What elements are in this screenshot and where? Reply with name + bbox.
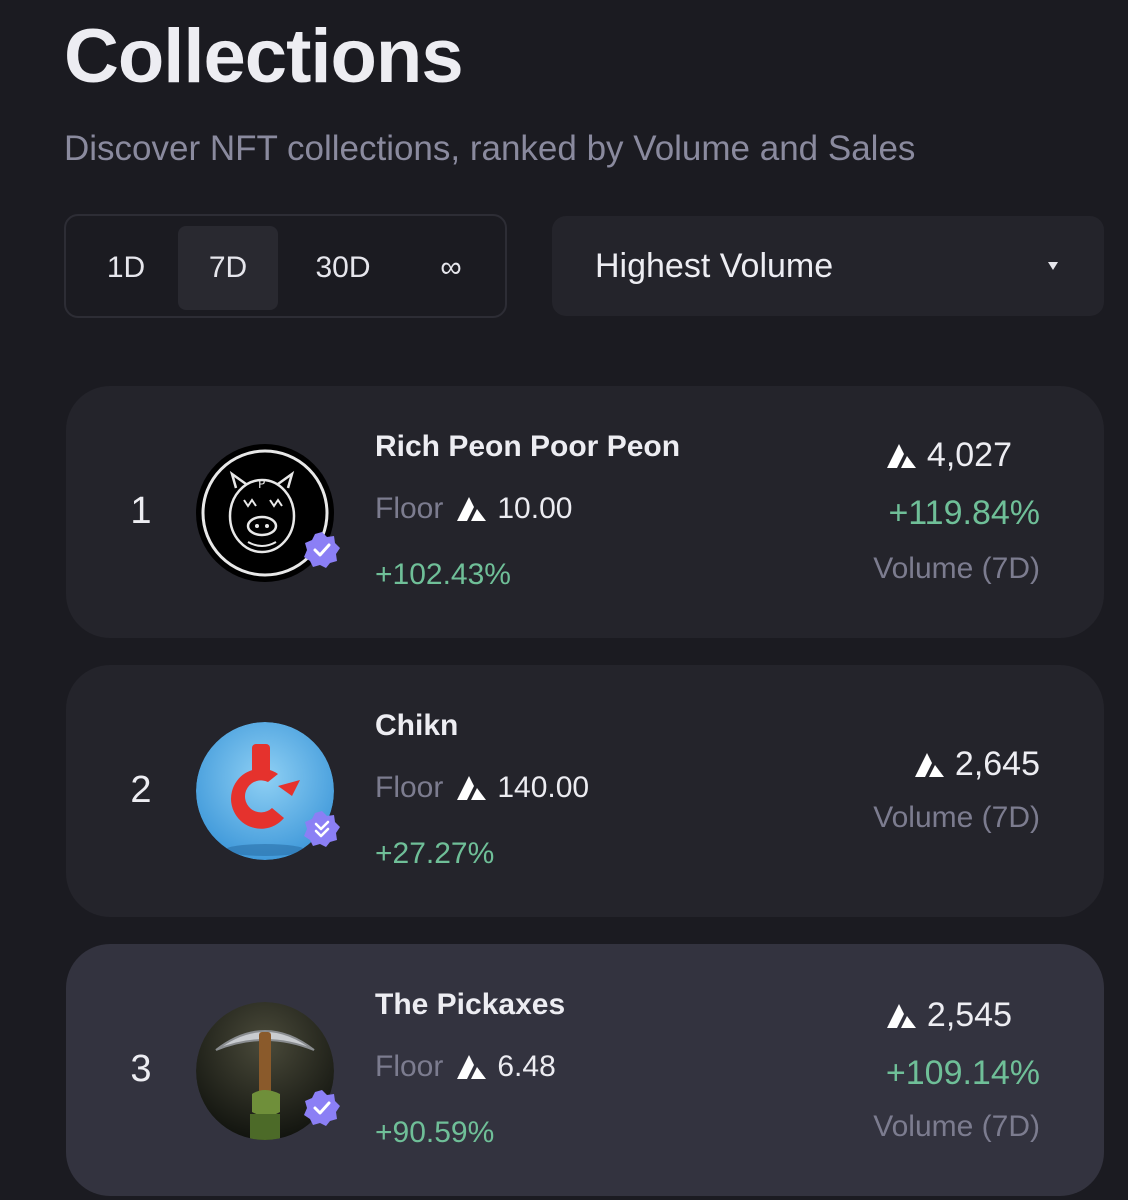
collection-name: Chikn xyxy=(375,709,459,742)
verified-badge-icon xyxy=(304,1090,340,1126)
volume-value: 4,027 xyxy=(926,436,1012,474)
volume-label: Volume (7D) xyxy=(873,552,1040,585)
collection-name: The Pickaxes xyxy=(375,988,566,1021)
page-subtitle: Discover NFT collections, ranked by Volu… xyxy=(64,129,916,168)
floor-value: 10.00 xyxy=(497,492,573,525)
range-all-button[interactable]: ∞ xyxy=(406,226,496,310)
volume-label: Volume (7D) xyxy=(873,801,1040,834)
sort-dropdown[interactable]: Highest Volume xyxy=(552,216,1104,316)
rank-number: 2 xyxy=(130,769,152,811)
floor-change: +102.43% xyxy=(375,558,511,591)
volume-change: +109.14% xyxy=(885,1054,1040,1092)
volume-row: 2,645 xyxy=(914,745,1040,784)
floor-price-row: Floor 10.00 xyxy=(375,492,572,526)
floor-change: +90.59% xyxy=(375,1116,495,1149)
verified-badge-icon xyxy=(304,811,340,847)
collection-card-2[interactable]: 2 Chikn Floor 140.00 +27.27% 2,645 Volum… xyxy=(66,665,1104,917)
volume-value: 2,545 xyxy=(926,996,1012,1034)
verified-badge-icon xyxy=(304,532,340,568)
avax-icon xyxy=(457,776,487,800)
floor-price-row: Floor 6.48 xyxy=(375,1050,556,1084)
floor-value: 6.48 xyxy=(497,1050,556,1083)
caret-down-icon xyxy=(1048,262,1058,270)
floor-change: +27.27% xyxy=(375,837,495,870)
floor-label: Floor xyxy=(375,771,444,804)
volume-value: 2,645 xyxy=(954,745,1040,783)
avax-icon xyxy=(457,497,487,521)
floor-label: Floor xyxy=(375,492,444,525)
floor-price-row: Floor 140.00 xyxy=(375,771,589,805)
floor-label: Floor xyxy=(375,1050,444,1083)
collection-card-3[interactable]: 3 The Pickaxes Floor 6.48 +90.59% 2,545 … xyxy=(66,944,1104,1196)
volume-change: +119.84% xyxy=(888,494,1040,532)
time-range-selector: 1D 7D 30D ∞ xyxy=(64,214,507,318)
rank-number: 1 xyxy=(130,490,152,532)
avax-icon xyxy=(886,1003,916,1028)
avax-icon xyxy=(886,443,916,468)
floor-value: 140.00 xyxy=(497,771,590,804)
range-30d-button[interactable]: 30D xyxy=(288,226,398,310)
collection-card-1[interactable]: 1 P Rich Peon Poor Peon Floor 10.00 +102… xyxy=(66,386,1104,638)
volume-row: 2,545 xyxy=(886,996,1012,1035)
rank-number: 3 xyxy=(130,1048,152,1090)
volume-label: Volume (7D) xyxy=(873,1110,1040,1143)
collections-page: Collections Discover NFT collections, ra… xyxy=(0,0,1128,1200)
avax-icon xyxy=(914,752,944,777)
svg-text:P: P xyxy=(258,477,265,491)
page-title: Collections xyxy=(64,14,464,99)
sort-selected-label: Highest Volume xyxy=(595,246,834,285)
collection-name: Rich Peon Poor Peon xyxy=(375,430,681,463)
volume-row: 4,027 xyxy=(886,436,1012,475)
range-1d-button[interactable]: 1D xyxy=(76,226,176,310)
avax-icon xyxy=(457,1055,487,1079)
range-7d-button[interactable]: 7D xyxy=(178,226,278,310)
